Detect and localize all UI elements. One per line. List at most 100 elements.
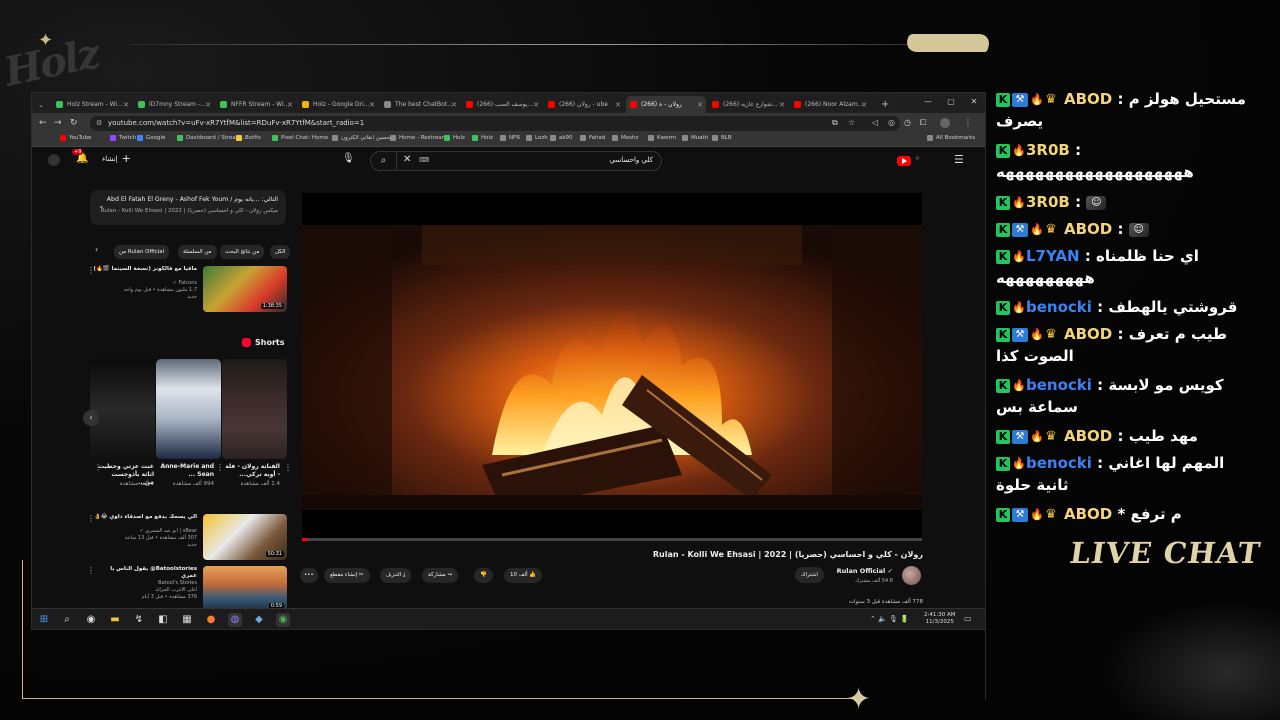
bookmark-item[interactable]: Muath — [682, 135, 708, 141]
browser-tab[interactable]: lD7mny Stream -... ✕ — [134, 96, 214, 113]
bookmark-star-icon[interactable]: ☆ — [848, 118, 855, 127]
browser-tab[interactable]: NFFR Stream - Wi... ✕ — [216, 96, 296, 113]
chevron-left-icon[interactable]: ‹ — [83, 410, 99, 426]
bookmark-item[interactable]: Meshz — [612, 135, 638, 141]
app-icon[interactable]: ◧ — [156, 613, 170, 627]
more-actions-button[interactable]: ••• — [300, 568, 318, 583]
short-title[interactable]: Anne-Marie and Sean ... — [156, 463, 214, 479]
more-options-icon[interactable]: ⋮ — [216, 463, 224, 472]
browser-tab[interactable]: Holz - Google Dri... ✕ — [298, 96, 378, 113]
chip-series[interactable]: من السلسلة — [178, 245, 217, 259]
file-explorer-icon[interactable]: ▬ — [108, 613, 122, 627]
bookmark-item[interactable]: تحسين انقاتي الكترون... — [332, 135, 397, 141]
bookmark-item[interactable]: NFR — [500, 135, 520, 141]
short-thumbnail[interactable] — [156, 359, 221, 459]
close-tab-icon[interactable]: ✕ — [615, 101, 621, 109]
bookmark-item[interactable]: Fahad — [580, 135, 605, 141]
chat-username[interactable]: 3R0B — [1026, 193, 1070, 211]
browser-tab[interactable]: (266) Noor Alzam... ✕ — [790, 96, 870, 113]
chip-all[interactable]: الكل — [270, 245, 291, 259]
bookmark-item[interactable]: Lozh — [526, 135, 548, 141]
chat-username[interactable]: benocki — [1026, 376, 1092, 394]
close-tab-icon[interactable]: ✕ — [369, 101, 375, 109]
chip-search-results[interactable]: من نتائج البحث — [220, 245, 265, 259]
windows-start-icon[interactable]: ⊞ — [37, 613, 51, 627]
search-input[interactable]: كلي واحساسي — [610, 156, 653, 164]
calculator-icon[interactable]: ▦ — [180, 613, 194, 627]
close-window-button[interactable]: ✕ — [967, 97, 981, 106]
bookmark-item[interactable]: BLB — [712, 135, 732, 141]
app-icon[interactable]: ↯ — [132, 613, 146, 627]
bookmark-item[interactable]: Botfix — [236, 135, 261, 141]
forward-button[interactable]: → — [54, 118, 62, 128]
rec-thumbnail[interactable]: 0:59 — [203, 566, 287, 612]
close-tab-icon[interactable]: ✕ — [533, 101, 539, 109]
chat-username[interactable]: ABOD — [1064, 427, 1112, 445]
rec-thumbnail[interactable]: 50:31 — [203, 514, 287, 560]
more-options-icon[interactable]: ⋮ — [284, 463, 292, 472]
browser-tab[interactable]: (266) شوارع غازيه... ✕ — [708, 96, 788, 113]
dislike-button[interactable]: 👎 — [474, 568, 493, 583]
subscribe-button[interactable]: اشتراك — [795, 567, 824, 583]
clear-search-icon[interactable]: ✕ — [403, 154, 411, 165]
discord-icon[interactable]: ◍ — [228, 613, 242, 627]
close-tab-icon[interactable]: ✕ — [779, 101, 785, 109]
chrome-icon[interactable]: ◉ — [276, 613, 290, 627]
bookmark-item[interactable]: Google — [137, 135, 165, 141]
bookmark-item[interactable]: Holz — [444, 135, 465, 141]
hamburger-menu-icon[interactable]: ☰ — [954, 153, 964, 166]
like-button[interactable]: 10 ألف 👍 — [504, 568, 543, 583]
steam-icon[interactable]: ◆ — [252, 613, 266, 627]
clip-button[interactable]: إنشاء مقطع ✂ — [324, 568, 370, 583]
channel-avatar[interactable] — [902, 566, 921, 585]
bookmark-item[interactable]: Pixel Chat: Home — [272, 135, 328, 141]
video-progress-bar[interactable] — [302, 538, 922, 541]
voice-search-mic-icon[interactable]: 🎙 — [342, 153, 355, 164]
chat-username[interactable]: benocki — [1026, 454, 1092, 472]
bookmark-item[interactable]: YouTube — [60, 135, 91, 141]
search-bar[interactable]: ⌕ ✕ ⌨ كلي واحساسي — [370, 151, 662, 171]
browser-tab[interactable]: (266) روﻻن - ube ✕ — [544, 96, 624, 113]
close-tab-icon[interactable]: ✕ — [697, 101, 703, 109]
chat-username[interactable]: L7YAN — [1026, 247, 1080, 265]
short-title[interactable]: الفنانة روﻻن - فلة - أوبة تركي... — [222, 463, 280, 479]
minimize-button[interactable]: — — [921, 97, 935, 106]
chat-username[interactable]: 3R0B — [1026, 141, 1070, 159]
chat-username[interactable]: ABOD — [1064, 90, 1112, 108]
browser-menu-icon[interactable]: ⋮ — [964, 118, 972, 127]
bookmark-item[interactable]: ak90 — [550, 135, 573, 141]
bookmark-item[interactable]: Twitch — [110, 135, 136, 141]
recommendation-item[interactable]: ⋮ الي يسحك يدفع مع اصدقاء داوي 😂👌 sBear … — [87, 514, 287, 564]
chat-username[interactable]: ABOD — [1064, 325, 1112, 343]
system-tray[interactable]: ⌃ 🔈 🎙 🔋 — [870, 615, 909, 623]
chevron-left-icon[interactable]: ‹ — [95, 245, 98, 254]
obs-icon[interactable]: ◉ — [84, 613, 98, 627]
search-icon[interactable]: ⌕ — [60, 613, 74, 627]
more-options-icon[interactable]: ⋮ — [94, 463, 102, 472]
profile-avatar[interactable] — [940, 118, 950, 128]
address-bar[interactable]: ⚙ youtube.com/watch?v=uFv-xR7YtfM&list=R… — [90, 116, 900, 131]
short-thumbnail[interactable] — [222, 359, 287, 459]
close-tab-icon[interactable]: ✕ — [287, 101, 293, 109]
download-button[interactable]: التنزيل ⤓ — [380, 568, 412, 583]
browser-tab[interactable]: (266) روﻻن - ه ✕ — [626, 96, 706, 113]
site-info-icon[interactable]: ⚙ — [96, 116, 102, 131]
browser-tab[interactable]: The best ChatBot... ✕ — [380, 96, 460, 113]
channel-name[interactable]: Rulan Official ✓ — [837, 567, 893, 575]
clock[interactable]: 2:41:30 AM 11/3/2025 — [924, 612, 955, 626]
install-icon[interactable]: ⧉ — [832, 118, 838, 128]
reload-button[interactable]: ↻ — [70, 118, 78, 128]
recommendation-item[interactable]: ⋮ ماقيا مع فالكونز (نسخة السينما 🎬🔥) Fal… — [87, 266, 287, 316]
back-button[interactable]: ← — [39, 118, 47, 128]
mix-playlist-panel[interactable]: ⌄ التالي: ...ياته يوم / Abd El Fatah El … — [90, 190, 286, 225]
history-icon[interactable]: ◷ — [904, 118, 911, 127]
close-tab-icon[interactable]: ✕ — [451, 101, 457, 109]
bookmark-item[interactable]: Kwerm — [648, 135, 676, 141]
video-player[interactable] — [302, 193, 922, 541]
browser-tab[interactable]: (266) يوسف الصب... ✕ — [462, 96, 542, 113]
chat-username[interactable]: ABOD — [1064, 505, 1112, 523]
all-bookmarks[interactable]: All Bookmarks — [927, 135, 975, 141]
new-tab-button[interactable]: + — [877, 96, 889, 113]
chat-username[interactable]: ABOD — [1064, 220, 1112, 238]
extensions-puzzle-icon[interactable]: ⧠ — [920, 118, 926, 128]
